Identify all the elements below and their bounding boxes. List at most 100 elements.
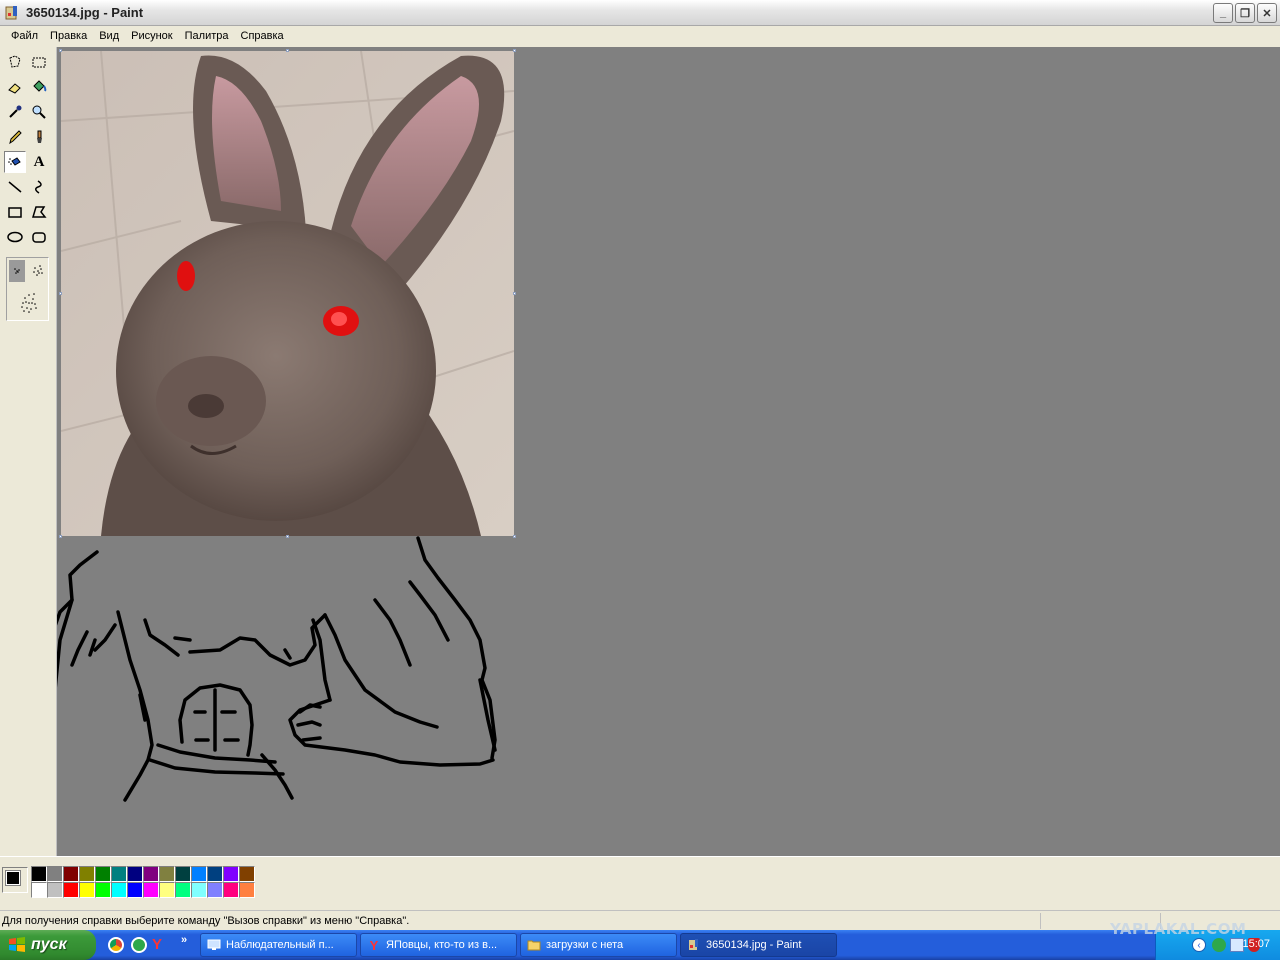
foreground-color-swatch (5, 870, 21, 886)
quicklaunch-more-icon[interactable]: » (181, 934, 187, 946)
palette-swatch[interactable] (127, 882, 143, 898)
task-button-paint[interactable]: 3650134.jpg - Paint (680, 933, 837, 957)
palette-swatch[interactable] (63, 866, 79, 882)
palette-swatch[interactable] (159, 882, 175, 898)
polygon-tool[interactable] (28, 201, 50, 223)
restore-button[interactable]: ❐ (1235, 3, 1255, 23)
palette-swatch[interactable] (47, 882, 63, 898)
text-icon: A (33, 153, 45, 170)
pencil-icon (9, 130, 22, 145)
palette-swatch[interactable] (79, 882, 95, 898)
curve-tool[interactable] (28, 176, 50, 198)
menu-edit[interactable]: Правка (44, 28, 93, 44)
line-tool[interactable] (4, 176, 26, 198)
browser-icon[interactable] (131, 937, 147, 953)
canvas-workspace[interactable] (57, 47, 1280, 856)
palette-swatch[interactable] (207, 866, 223, 882)
palette-swatch[interactable] (239, 866, 255, 882)
start-button[interactable]: пуск (0, 930, 96, 960)
tray-network-icon[interactable] (1212, 938, 1226, 952)
resize-handle[interactable] (286, 535, 289, 538)
task-label: Наблюдательный п... (226, 939, 334, 951)
rectangle-icon (8, 207, 22, 218)
rabbit-photo-canvas[interactable] (61, 51, 514, 536)
airbrush-size-small[interactable] (9, 260, 25, 282)
resize-handle[interactable] (513, 535, 516, 538)
palette-swatch[interactable] (79, 866, 95, 882)
palette-swatch[interactable] (223, 882, 239, 898)
resize-handle[interactable] (59, 49, 62, 52)
pencil-tool[interactable] (4, 126, 26, 148)
palette-swatch[interactable] (175, 866, 191, 882)
task-label: загрузки с нета (546, 939, 624, 951)
color-picker-tool[interactable] (4, 101, 26, 123)
palette-swatch[interactable] (223, 866, 239, 882)
menu-view[interactable]: Вид (93, 28, 125, 44)
palette-swatch[interactable] (111, 882, 127, 898)
brush-icon (37, 130, 42, 143)
fill-tool[interactable] (28, 76, 50, 98)
monitor-icon (207, 938, 221, 952)
task-button-downloads[interactable]: загрузки с нета (520, 933, 677, 957)
folder-icon (527, 938, 541, 952)
watermark-logo: YAPLAKAL.COM (1110, 920, 1247, 938)
rounded-rectangle-icon (32, 232, 46, 243)
palette-swatch[interactable] (31, 866, 47, 882)
palette-swatch[interactable] (207, 882, 223, 898)
rectangle-tool[interactable] (4, 201, 26, 223)
close-button[interactable]: ✕ (1257, 3, 1277, 23)
resize-handle[interactable] (59, 535, 62, 538)
task-button-yaplakal[interactable]: Y ЯПовцы, кто-то из в... (360, 933, 517, 957)
task-button-observation[interactable]: Наблюдательный п... (200, 933, 357, 957)
palette-swatch[interactable] (127, 866, 143, 882)
yandex-icon[interactable]: Y (152, 936, 168, 953)
rounded-rectangle-tool[interactable] (28, 226, 50, 248)
paint-app-icon (5, 5, 17, 19)
palette-swatch[interactable] (175, 882, 191, 898)
airbrush-size-medium[interactable] (29, 260, 47, 282)
palette-swatch[interactable] (191, 866, 207, 882)
palette-swatch[interactable] (143, 882, 159, 898)
palette-swatch[interactable] (31, 882, 47, 898)
polygon-icon (31, 206, 47, 218)
magnifier-tool[interactable] (28, 101, 50, 123)
brush-tool[interactable] (28, 126, 50, 148)
menu-colors[interactable]: Палитра (179, 28, 235, 44)
text-tool[interactable]: A (28, 151, 50, 173)
airbrush-tool[interactable] (4, 151, 26, 173)
resize-handle[interactable] (59, 292, 62, 295)
resize-handle[interactable] (286, 49, 289, 52)
free-select-icon (9, 55, 21, 68)
palette-swatch[interactable] (191, 882, 207, 898)
palette-swatch[interactable] (239, 882, 255, 898)
minimize-button[interactable]: _ (1213, 3, 1233, 23)
resize-handle[interactable] (513, 49, 516, 52)
color-swatches (31, 866, 255, 898)
palette-swatch[interactable] (63, 882, 79, 898)
eraser-icon (8, 83, 21, 94)
eyedropper-icon (9, 105, 22, 118)
tray-collapse-icon[interactable]: ‹ (1192, 938, 1206, 952)
task-label: 3650134.jpg - Paint (706, 939, 802, 951)
free-select-tool[interactable] (4, 51, 26, 73)
palette-swatch[interactable] (159, 866, 175, 882)
palette-swatch[interactable] (143, 866, 159, 882)
chrome-icon[interactable] (108, 937, 124, 953)
title-bar[interactable]: 3650134.jpg - Paint _ ❐ ✕ (0, 0, 1280, 26)
current-colors-indicator[interactable] (2, 867, 28, 893)
palette-swatch[interactable] (111, 866, 127, 882)
menu-file[interactable]: Файл (5, 28, 44, 44)
ellipse-icon (7, 231, 23, 243)
paint-icon (687, 938, 701, 952)
status-text: Для получения справки выберите команду "… (2, 914, 410, 927)
eraser-tool[interactable] (4, 76, 26, 98)
palette-swatch[interactable] (95, 882, 111, 898)
menu-image[interactable]: Рисунок (125, 28, 179, 44)
rect-select-tool[interactable] (28, 51, 50, 73)
menu-help[interactable]: Справка (235, 28, 290, 44)
palette-swatch[interactable] (47, 866, 63, 882)
resize-handle[interactable] (513, 292, 516, 295)
airbrush-size-large[interactable] (17, 288, 41, 318)
ellipse-tool[interactable] (4, 226, 26, 248)
palette-swatch[interactable] (95, 866, 111, 882)
